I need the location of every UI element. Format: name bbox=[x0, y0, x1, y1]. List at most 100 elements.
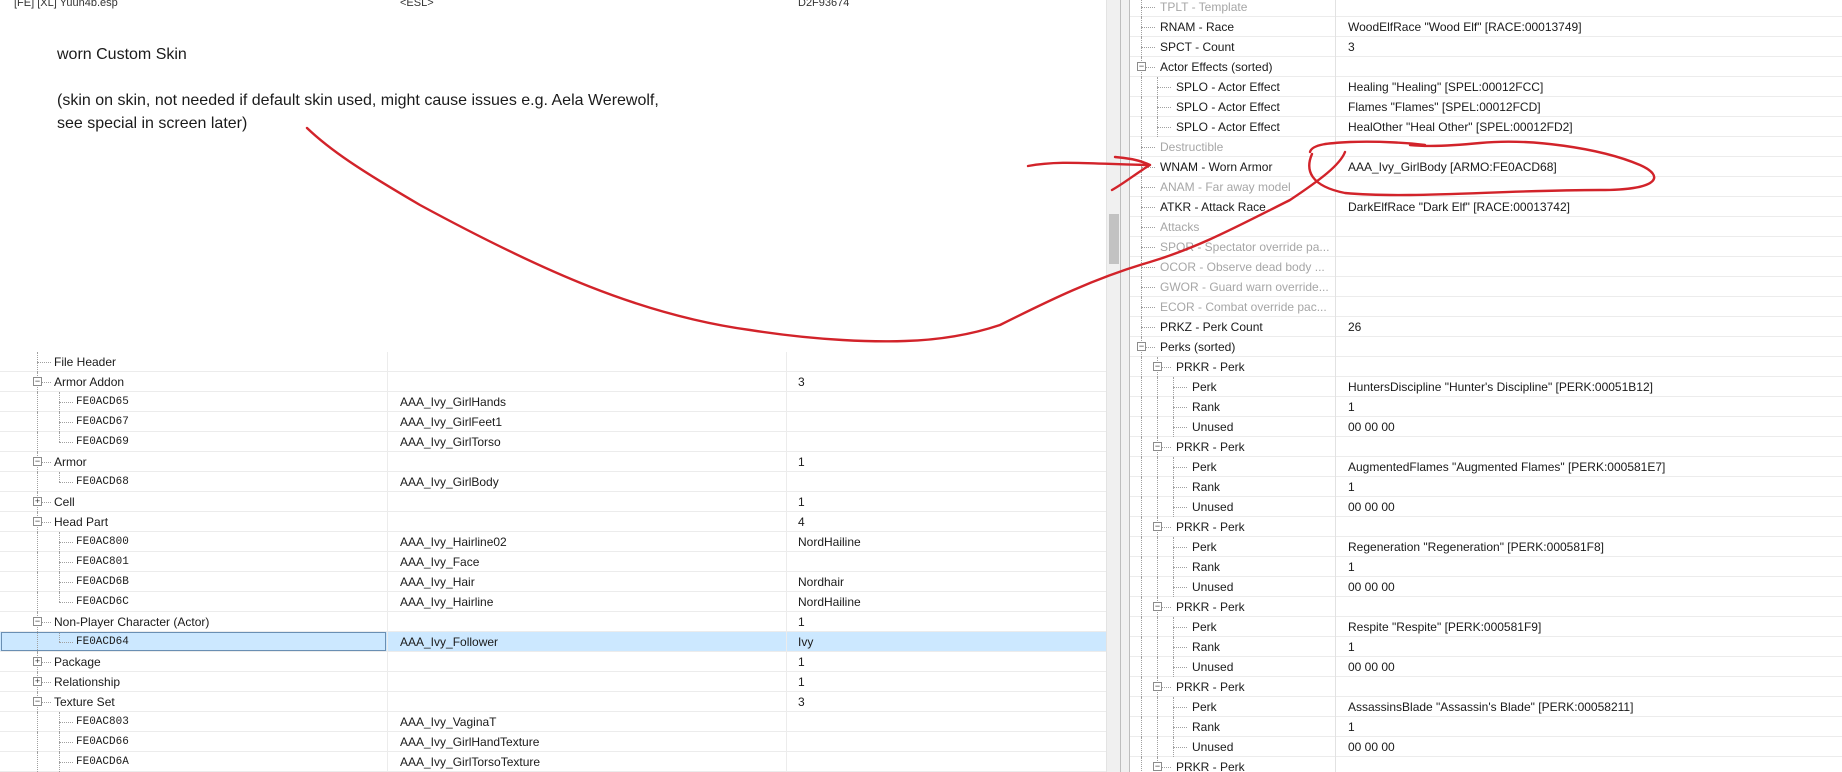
form-id: FE0AC800 bbox=[76, 536, 129, 548]
record-field-row[interactable]: Rank 1 bbox=[1130, 397, 1842, 417]
record-field-row[interactable]: Destructible bbox=[1130, 137, 1842, 157]
record-field-row[interactable]: TPLT - Template bbox=[1130, 0, 1842, 17]
tree-guide-line bbox=[1173, 747, 1187, 748]
tree-record-row[interactable]: FE0AC801 AAA_Ivy_Face bbox=[0, 552, 1106, 572]
tree-group-row[interactable]: − Armor Addon 3 bbox=[0, 372, 1106, 392]
field-value: 1 bbox=[1348, 560, 1355, 574]
tree-group-row[interactable]: File Header bbox=[0, 352, 1106, 372]
record-field-row[interactable]: Perk HuntersDiscipline "Hunter's Discipli… bbox=[1130, 377, 1842, 397]
record-field-row[interactable]: SPOR - Spectator override pa... bbox=[1130, 237, 1842, 257]
tree-group-row[interactable]: + Package 1 bbox=[0, 652, 1106, 672]
tree-record-row[interactable]: FE0ACD65 AAA_Ivy_GirlHands bbox=[0, 392, 1106, 412]
record-field-row[interactable]: Unused 00 00 00 bbox=[1130, 657, 1842, 677]
expand-icon[interactable]: + bbox=[33, 497, 42, 506]
tree-record-row[interactable]: FE0AC803 AAA_Ivy_VaginaT bbox=[0, 712, 1106, 732]
record-field-row[interactable]: ECOR - Combat override pac... bbox=[1130, 297, 1842, 317]
record-field-row[interactable]: WNAM - Worn Armor AAA_Ivy_GirlBody [ARMO:… bbox=[1130, 157, 1842, 177]
collapse-icon[interactable]: − bbox=[33, 457, 42, 466]
record-field-row[interactable]: PRKZ - Perk Count 26 bbox=[1130, 317, 1842, 337]
tree-record-row[interactable]: FE0AC800 AAA_Ivy_Hairline02 NordHailine bbox=[0, 532, 1106, 552]
tree-record-row[interactable]: FE0ACD6A AAA_Ivy_GirlTorsoTexture bbox=[0, 752, 1106, 772]
record-field-row[interactable]: ATKR - Attack Race DarkElfRace "Dark Elf"… bbox=[1130, 197, 1842, 217]
field-value: 1 bbox=[1348, 480, 1355, 494]
collapse-icon[interactable]: − bbox=[33, 377, 42, 386]
record-field-row[interactable]: Rank 1 bbox=[1130, 477, 1842, 497]
collapse-icon[interactable]: − bbox=[1153, 602, 1162, 611]
record-field-row[interactable]: SPLO - Actor Effect Flames "Flames" [SPEL… bbox=[1130, 97, 1842, 117]
record-field-row[interactable]: Unused 00 00 00 bbox=[1130, 417, 1842, 437]
scrollbar-thumb[interactable] bbox=[1109, 214, 1119, 264]
collapse-icon[interactable]: − bbox=[33, 617, 42, 626]
left-scrollbar[interactable] bbox=[1106, 0, 1121, 772]
record-field-row[interactable]: Perk Regeneration "Regeneration" [PERK:00… bbox=[1130, 537, 1842, 557]
tree-guide-line bbox=[1157, 377, 1158, 397]
expand-icon[interactable]: + bbox=[33, 657, 42, 666]
record-field-row[interactable]: Perk AugmentedFlames "Augmented Flames" [… bbox=[1130, 457, 1842, 477]
field-label: PRKR - Perk bbox=[1176, 360, 1245, 374]
count-or-name: 4 bbox=[798, 515, 805, 529]
record-field-row[interactable]: Unused 00 00 00 bbox=[1130, 497, 1842, 517]
top-partial-row[interactable]: [FE] [XL] Yuun4b.esp <ESL> D2F93674 bbox=[0, 0, 1106, 12]
tree-guide-line bbox=[1173, 707, 1187, 708]
expand-icon[interactable]: + bbox=[33, 677, 42, 686]
record-field-row[interactable]: Unused 00 00 00 bbox=[1130, 577, 1842, 597]
record-field-row[interactable]: OCOR - Observe dead body ... bbox=[1130, 257, 1842, 277]
tree-group-row[interactable]: − Non-Player Character (Actor) 1 bbox=[0, 612, 1106, 632]
record-field-row[interactable]: GWOR - Guard warn override... bbox=[1130, 277, 1842, 297]
record-field-row[interactable]: Perk AssassinsBlade "Assassin's Blade" [P… bbox=[1130, 697, 1842, 717]
record-field-row[interactable]: − PRKR - Perk bbox=[1130, 517, 1842, 537]
group-label: Non-Player Character (Actor) bbox=[54, 615, 210, 629]
collapse-icon[interactable]: − bbox=[1153, 762, 1162, 771]
tree-record-row[interactable]: FE0ACD67 AAA_Ivy_GirlFeet1 bbox=[0, 412, 1106, 432]
record-field-row[interactable]: − Actor Effects (sorted) bbox=[1130, 57, 1842, 77]
tree-record-row[interactable]: FE0ACD69 AAA_Ivy_GirlTorso bbox=[0, 432, 1106, 452]
tree-guide-line bbox=[1157, 557, 1158, 577]
record-field-row[interactable]: RNAM - Race WoodElfRace "Wood Elf" [RACE:… bbox=[1130, 17, 1842, 37]
tree-guide-line bbox=[59, 432, 60, 442]
editor-id: AAA_Ivy_GirlBody bbox=[400, 475, 499, 489]
collapse-icon[interactable]: − bbox=[1137, 62, 1146, 71]
tree-record-row[interactable]: FE0ACD68 AAA_Ivy_GirlBody bbox=[0, 472, 1106, 492]
record-field-row[interactable]: − PRKR - Perk bbox=[1130, 757, 1842, 772]
tree-group-row[interactable]: − Armor 1 bbox=[0, 452, 1106, 472]
collapse-icon[interactable]: − bbox=[1153, 442, 1162, 451]
count-or-name: NordHailine bbox=[798, 595, 861, 609]
record-field-row[interactable]: SPLO - Actor Effect HealOther "Heal Other… bbox=[1130, 117, 1842, 137]
field-label: Unused bbox=[1192, 580, 1234, 594]
collapse-icon[interactable]: − bbox=[1153, 522, 1162, 531]
record-field-row[interactable]: Unused 00 00 00 bbox=[1130, 737, 1842, 757]
record-field-row[interactable]: − PRKR - Perk bbox=[1130, 437, 1842, 457]
record-field-row[interactable]: SPCT - Count 3 bbox=[1130, 37, 1842, 57]
tree-group-row[interactable]: + Relationship 1 bbox=[0, 672, 1106, 692]
tree-group-row[interactable]: − Texture Set 3 bbox=[0, 692, 1106, 712]
collapse-icon[interactable]: − bbox=[1153, 362, 1162, 371]
record-field-row[interactable]: − PRKR - Perk bbox=[1130, 677, 1842, 697]
collapse-icon[interactable]: − bbox=[33, 517, 42, 526]
record-field-row[interactable]: Rank 1 bbox=[1130, 557, 1842, 577]
tree-group-row[interactable]: + Cell 1 bbox=[0, 492, 1106, 512]
collapse-icon[interactable]: − bbox=[1137, 342, 1146, 351]
record-field-row[interactable]: − PRKR - Perk bbox=[1130, 597, 1842, 617]
collapse-icon[interactable]: − bbox=[33, 697, 42, 706]
record-field-row[interactable]: Attacks bbox=[1130, 217, 1842, 237]
tree-group-row[interactable]: − Head Part 4 bbox=[0, 512, 1106, 532]
collapse-icon[interactable]: − bbox=[1153, 682, 1162, 691]
column-separator bbox=[1335, 597, 1336, 617]
tree-record-row[interactable]: FE0ACD64 AAA_Ivy_Follower Ivy bbox=[0, 632, 1106, 652]
column-separator bbox=[786, 452, 787, 472]
annotation-line2: see special in screen later) bbox=[57, 115, 248, 132]
record-field-row[interactable]: − PRKR - Perk bbox=[1130, 357, 1842, 377]
group-label: Armor bbox=[54, 455, 87, 469]
pane-splitter[interactable] bbox=[1120, 0, 1130, 772]
record-field-row[interactable]: − Perks (sorted) bbox=[1130, 337, 1842, 357]
record-field-row[interactable]: Rank 1 bbox=[1130, 637, 1842, 657]
record-field-row[interactable]: ANAM - Far away model bbox=[1130, 177, 1842, 197]
tree-record-row[interactable]: FE0ACD66 AAA_Ivy_GirlHandTexture bbox=[0, 732, 1106, 752]
tree-record-row[interactable]: FE0ACD6C AAA_Ivy_Hairline NordHailine bbox=[0, 592, 1106, 612]
tree-guide-line bbox=[1173, 467, 1187, 468]
field-label: Perk bbox=[1192, 540, 1217, 554]
tree-record-row[interactable]: FE0ACD6B AAA_Ivy_Hair Nordhair bbox=[0, 572, 1106, 592]
record-field-row[interactable]: Perk Respite "Respite" [PERK:000581F9] bbox=[1130, 617, 1842, 637]
record-field-row[interactable]: Rank 1 bbox=[1130, 717, 1842, 737]
record-field-row[interactable]: SPLO - Actor Effect Healing "Healing" [SP… bbox=[1130, 77, 1842, 97]
